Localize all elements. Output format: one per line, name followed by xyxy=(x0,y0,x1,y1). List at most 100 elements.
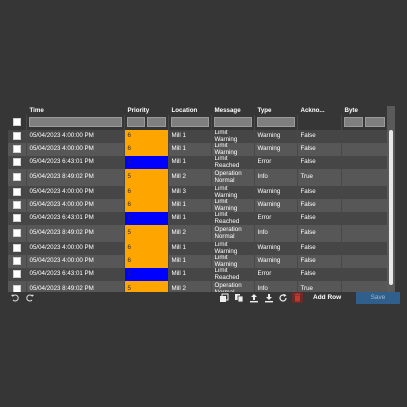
type-filter-input[interactable] xyxy=(256,117,295,127)
cell-location[interactable]: Mill 1 xyxy=(168,242,212,255)
cell-message[interactable]: Limit Reached xyxy=(211,156,255,169)
cell-check[interactable] xyxy=(8,212,27,225)
row-select-checkbox[interactable] xyxy=(12,145,21,154)
cell-message[interactable]: Limit Warning xyxy=(211,143,255,156)
row-select-checkbox[interactable] xyxy=(12,270,21,279)
cell-type[interactable]: Error xyxy=(254,156,298,169)
cell-type[interactable]: Warning xyxy=(254,255,298,268)
column-header-type[interactable]: Type xyxy=(254,106,298,115)
cell-type[interactable]: Info xyxy=(254,225,298,242)
cell-location[interactable]: Mill 1 xyxy=(168,268,212,281)
add-row-button[interactable]: Add Row xyxy=(313,294,341,301)
cell-message[interactable]: Operation Normal xyxy=(211,281,255,292)
cell-location[interactable]: Mill 1 xyxy=(168,255,212,268)
cell-type[interactable]: Info xyxy=(254,169,298,186)
duplicate-icon[interactable] xyxy=(219,293,229,303)
cell-check[interactable] xyxy=(8,143,27,156)
copy-icon[interactable] xyxy=(234,293,244,303)
cell-time[interactable]: 05/04/2023 4:00:00 PM xyxy=(26,143,125,156)
cell-time[interactable]: 05/04/2023 4:00:00 PM xyxy=(26,199,125,212)
column-header-byte[interactable]: Byte xyxy=(341,106,388,115)
cell-byte[interactable] xyxy=(341,281,388,292)
cell-byte[interactable] xyxy=(341,169,388,186)
cell-check[interactable] xyxy=(8,225,27,242)
table-row[interactable]: 05/04/2023 6:43:01 PM 2 Mill 1 Limit Reache… xyxy=(8,156,388,169)
priority-max-filter[interactable] xyxy=(147,117,166,127)
row-select-checkbox[interactable] xyxy=(12,257,21,266)
row-select-checkbox[interactable] xyxy=(12,201,21,210)
cell-check[interactable] xyxy=(8,199,27,212)
cell-message[interactable]: Operation Normal xyxy=(211,169,255,186)
cell-message[interactable]: Limit Warning xyxy=(211,186,255,199)
cell-acknowledged[interactable]: False xyxy=(297,143,342,156)
column-header-time[interactable]: Time xyxy=(26,106,125,115)
cell-byte[interactable] xyxy=(341,242,388,255)
refresh-icon[interactable] xyxy=(278,293,288,303)
cell-byte[interactable] xyxy=(341,143,388,156)
row-select-checkbox[interactable] xyxy=(12,158,21,167)
table-row[interactable]: 05/04/2023 6:43:01 PM 2 Mill 1 Limit Reache… xyxy=(8,212,388,225)
cell-priority[interactable]: 6 xyxy=(124,242,169,255)
cell-message[interactable]: Limit Reached xyxy=(211,212,255,225)
cell-time[interactable]: 05/04/2023 4:00:00 PM xyxy=(26,186,125,199)
cell-check[interactable] xyxy=(8,169,27,186)
cell-type[interactable]: Info xyxy=(254,281,298,292)
download-icon[interactable] xyxy=(264,293,274,303)
cell-type[interactable]: Warning xyxy=(254,199,298,212)
cell-acknowledged[interactable]: False xyxy=(297,212,342,225)
cell-priority[interactable]: 6 xyxy=(124,143,169,156)
cell-acknowledged[interactable]: False xyxy=(297,186,342,199)
cell-type[interactable]: Error xyxy=(254,212,298,225)
cell-location[interactable]: Mill 1 xyxy=(168,199,212,212)
scrollbar-thumb[interactable] xyxy=(389,130,393,285)
redo-icon[interactable] xyxy=(25,293,35,303)
table-row[interactable]: 05/04/2023 4:00:00 PM 6 Mill 1 Limit Warnin… xyxy=(8,130,388,143)
table-row[interactable]: 05/04/2023 4:00:00 PM 6 Mill 3 Limit Warnin… xyxy=(8,186,388,199)
cell-acknowledged[interactable]: False xyxy=(297,225,342,242)
cell-check[interactable] xyxy=(8,268,27,281)
undo-icon[interactable] xyxy=(10,293,20,303)
table-row[interactable]: 05/04/2023 4:00:00 PM 6 Mill 1 Limit Warnin… xyxy=(8,255,388,268)
cell-priority[interactable]: 2 xyxy=(124,156,169,169)
column-header-location[interactable]: Location xyxy=(168,106,212,115)
cell-byte[interactable] xyxy=(341,130,388,143)
cell-byte[interactable] xyxy=(341,156,388,169)
row-select-checkbox[interactable] xyxy=(12,173,21,182)
row-select-checkbox[interactable] xyxy=(12,132,21,141)
row-select-checkbox[interactable] xyxy=(12,188,21,197)
table-row[interactable]: 05/04/2023 4:00:00 PM 6 Mill 1 Limit Warnin… xyxy=(8,242,388,255)
cell-time[interactable]: 05/04/2023 4:00:00 PM xyxy=(26,255,125,268)
vertical-scrollbar[interactable] xyxy=(387,106,395,292)
cell-location[interactable]: Mill 2 xyxy=(168,225,212,242)
table-row[interactable]: 05/04/2023 8:49:02 PM 5 Mill 2 Operation No… xyxy=(8,281,388,292)
row-select-checkbox[interactable] xyxy=(12,229,21,238)
cell-check[interactable] xyxy=(8,156,27,169)
cell-check[interactable] xyxy=(8,281,27,292)
table-row[interactable]: 05/04/2023 4:00:00 PM 6 Mill 1 Limit Warnin… xyxy=(8,143,388,156)
cell-location[interactable]: Mill 1 xyxy=(168,156,212,169)
cell-check[interactable] xyxy=(8,186,27,199)
cell-check[interactable] xyxy=(8,255,27,268)
cell-message[interactable]: Limit Reached xyxy=(211,268,255,281)
byte-max-filter[interactable] xyxy=(365,117,385,127)
priority-min-filter[interactable] xyxy=(126,117,145,127)
cell-byte[interactable] xyxy=(341,255,388,268)
row-select-checkbox[interactable] xyxy=(12,244,21,253)
table-row[interactable]: 05/04/2023 8:49:02 PM 5 Mill 2 Operation No… xyxy=(8,225,388,242)
upload-icon[interactable] xyxy=(249,293,259,303)
cell-time[interactable]: 05/04/2023 4:00:00 PM xyxy=(26,242,125,255)
cell-location[interactable]: Mill 1 xyxy=(168,130,212,143)
cell-location[interactable]: Mill 1 xyxy=(168,212,212,225)
table-row[interactable]: 05/04/2023 8:49:02 PM 5 Mill 2 Operation No… xyxy=(8,169,388,186)
cell-acknowledged[interactable]: False xyxy=(297,199,342,212)
select-all-checkbox[interactable] xyxy=(12,117,21,126)
cell-priority[interactable]: 2 xyxy=(124,268,169,281)
cell-message[interactable]: Limit Warning xyxy=(211,130,255,143)
cell-priority[interactable]: 6 xyxy=(124,130,169,143)
cell-location[interactable]: Mill 1 xyxy=(168,143,212,156)
cell-time[interactable]: 05/04/2023 6:43:01 PM xyxy=(26,212,125,225)
cell-check[interactable] xyxy=(8,130,27,143)
cell-byte[interactable] xyxy=(341,186,388,199)
cell-priority[interactable]: 6 xyxy=(124,186,169,199)
cell-type[interactable]: Error xyxy=(254,268,298,281)
